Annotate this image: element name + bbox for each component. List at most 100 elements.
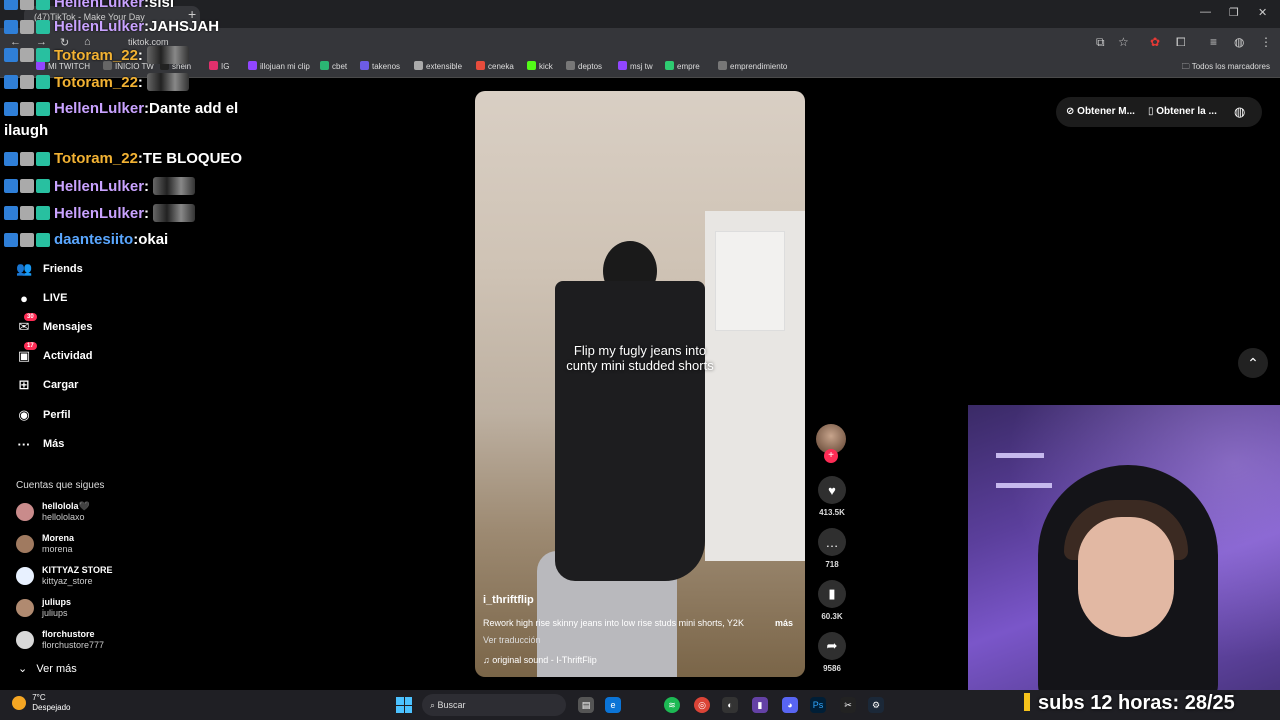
chrome-icon[interactable]: ◎ bbox=[694, 697, 710, 713]
chat-message: HellenLulker : JAHSJAH bbox=[4, 18, 219, 35]
followed-account[interactable]: florchustore florchustore777 bbox=[16, 626, 104, 654]
install-icon[interactable]: ⧉ bbox=[1096, 35, 1105, 50]
get-mobile-app-button[interactable]: ▯ Obtener la ... bbox=[1148, 106, 1217, 117]
share-button[interactable]: ➦ 9586 bbox=[816, 632, 848, 673]
chat-emote bbox=[153, 177, 196, 195]
profile-avatar-icon[interactable]: ◍ bbox=[1234, 35, 1244, 49]
edge-icon[interactable]: e bbox=[605, 697, 621, 713]
chevron-down-icon: ⌄ bbox=[18, 663, 28, 675]
chat-badges bbox=[4, 19, 50, 34]
bookmark-icon: ▮ bbox=[818, 580, 846, 608]
bookmark-item[interactable]: msj tw bbox=[618, 61, 653, 71]
sidebar-item-profile[interactable]: ◉ Perfil bbox=[16, 404, 70, 426]
like-count: 413.5K bbox=[819, 508, 845, 517]
sidebar-item-friends[interactable]: 👥 Friends bbox=[16, 258, 83, 280]
like-button[interactable]: ♥ 413.5K bbox=[816, 476, 848, 517]
account-handle: kittyaz_store bbox=[42, 576, 93, 586]
bookmark-item[interactable]: empre bbox=[665, 61, 700, 71]
steam-icon[interactable]: ⚙ bbox=[868, 697, 884, 713]
close-icon[interactable]: ✕ bbox=[1258, 6, 1267, 19]
video-player[interactable]: Flip my fugly jeans into cunty mini stud… bbox=[475, 91, 805, 677]
capcut-icon[interactable]: ✂ bbox=[840, 697, 856, 713]
video-description: Rework high rise skinny jeans into low r… bbox=[483, 618, 744, 628]
profile-icon: ◉ bbox=[18, 407, 30, 422]
sidebar-item-upload[interactable]: ⊞ Cargar bbox=[16, 374, 79, 396]
bookmark-item[interactable]: kick bbox=[527, 61, 553, 71]
comment-button[interactable]: … 718 bbox=[816, 528, 848, 569]
menu-icon[interactable]: ⋮ bbox=[1260, 35, 1272, 49]
sidebar-item-more[interactable]: ··· Más bbox=[16, 433, 65, 455]
chat-text: JAHSJAH bbox=[149, 18, 220, 35]
bookmark-item[interactable]: emprendimiento bbox=[718, 61, 787, 71]
chat-separator: : bbox=[137, 73, 143, 91]
save-button[interactable]: ▮ 60.3K bbox=[816, 580, 848, 621]
chat-text: Dante add el bbox=[149, 100, 239, 117]
media-icon[interactable]: ≡ bbox=[1210, 35, 1217, 49]
bookmark-item[interactable]: extensible bbox=[414, 61, 462, 71]
avatar bbox=[16, 503, 34, 521]
account-handle: florchustore777 bbox=[42, 640, 105, 650]
caption-line-1: Flip my fugly jeans into bbox=[573, 343, 707, 358]
avatar bbox=[16, 567, 34, 585]
bookmarks-bar: 🗀 Todos los marcadores MI TWITCH INICIO T… bbox=[0, 56, 1280, 78]
sound-link[interactable]: ♫ original sound - I-ThriftFlip bbox=[483, 655, 597, 665]
sidebar-item-live[interactable]: ● LIVE bbox=[16, 287, 67, 309]
sound-label: original sound - I-ThriftFlip bbox=[492, 655, 597, 665]
taskbar-search[interactable]: ⌕ Buscar bbox=[422, 694, 566, 716]
bookmark-item[interactable]: illojuan mi clip bbox=[248, 61, 310, 71]
bookmark-item[interactable]: takenos bbox=[360, 61, 400, 71]
all-bookmarks-button[interactable]: 🗀 Todos los marcadores bbox=[1182, 61, 1270, 75]
tiktok-sidebar: Cuentas que sigues ⌄ Ver más 👥 Friends ● LI… bbox=[0, 78, 300, 688]
sidebar-item-label: Cargar bbox=[43, 379, 79, 391]
chat-badges bbox=[4, 48, 50, 62]
discord-icon[interactable]: ◕ bbox=[782, 697, 798, 713]
bookmark-item[interactable]: IG bbox=[209, 61, 229, 71]
bookmark-icon bbox=[248, 61, 257, 70]
followed-account[interactable]: juliups juliups bbox=[16, 594, 71, 622]
description-more-link[interactable]: más bbox=[775, 618, 793, 628]
maximize-icon[interactable]: ❐ bbox=[1229, 6, 1239, 19]
chat-username: HellenLulker bbox=[54, 100, 145, 117]
windows-start-icon[interactable] bbox=[396, 697, 412, 713]
bookmark-icon bbox=[209, 61, 218, 70]
follow-plus-icon[interactable]: + bbox=[824, 449, 838, 463]
bookmark-label: ceneka bbox=[488, 62, 514, 71]
chat-emote bbox=[153, 204, 196, 222]
subs-goal-text: subs 12 horas: 28/25 bbox=[1038, 692, 1235, 714]
star-icon[interactable]: ☆ bbox=[1118, 35, 1129, 49]
sidebar-item-messages[interactable]: ✉ 30 Mensajes bbox=[16, 313, 93, 338]
followed-account[interactable]: Morena morena bbox=[16, 530, 74, 558]
translate-link[interactable]: Ver traducción bbox=[483, 635, 541, 645]
file-explorer-icon[interactable]: ▤ bbox=[578, 697, 594, 713]
previous-video-button[interactable]: ⌃ bbox=[1238, 348, 1268, 378]
friends-icon: 👥 bbox=[16, 261, 33, 276]
user-avatar-icon[interactable]: ◍ bbox=[1234, 104, 1245, 120]
minimize-icon[interactable]: — bbox=[1200, 6, 1211, 18]
video-username[interactable]: i_thriftflip bbox=[483, 594, 534, 606]
followed-account[interactable]: hellolola🖤 hellololaxo bbox=[16, 498, 90, 526]
avatar bbox=[16, 599, 34, 617]
notification-badge: 30 bbox=[24, 313, 37, 321]
weather-widget[interactable]: 7°C Despejado bbox=[12, 693, 70, 713]
puzzle-icon[interactable]: ⧠ bbox=[1176, 35, 1186, 50]
bookmark-icon bbox=[618, 61, 627, 70]
twitch-icon[interactable]: ▮ bbox=[752, 697, 768, 713]
bookmark-item[interactable]: cbet bbox=[320, 61, 347, 71]
bookmark-item[interactable]: ceneka bbox=[476, 61, 514, 71]
see-more-button[interactable]: ⌄ Ver más bbox=[18, 662, 77, 675]
sidebar-item-label: Más bbox=[43, 438, 65, 450]
followed-account[interactable]: KITTYAZ STORE kittyaz_store bbox=[16, 562, 113, 590]
extension-icon[interactable]: ✿ bbox=[1150, 35, 1160, 49]
bookmark-item[interactable]: deptos bbox=[566, 61, 602, 71]
avatar bbox=[16, 631, 34, 649]
account-handle: hellololaxo bbox=[42, 512, 85, 522]
obs-icon[interactable]: ◐ bbox=[722, 697, 738, 713]
sidebar-item-activity[interactable]: ▣ 17 Actividad bbox=[16, 342, 93, 367]
bookmark-label: extensible bbox=[426, 62, 463, 71]
weather-condition: Despejado bbox=[32, 703, 71, 712]
spotify-icon[interactable]: ≋ bbox=[664, 697, 680, 713]
chat-message: HellenLulker : sisi bbox=[4, 0, 174, 11]
video-caption: Flip my fugly jeans into cunty mini stud… bbox=[475, 343, 805, 373]
get-app-button[interactable]: ⊘ Obtener M... bbox=[1066, 106, 1135, 117]
photoshop-icon[interactable]: Ps bbox=[810, 697, 826, 713]
